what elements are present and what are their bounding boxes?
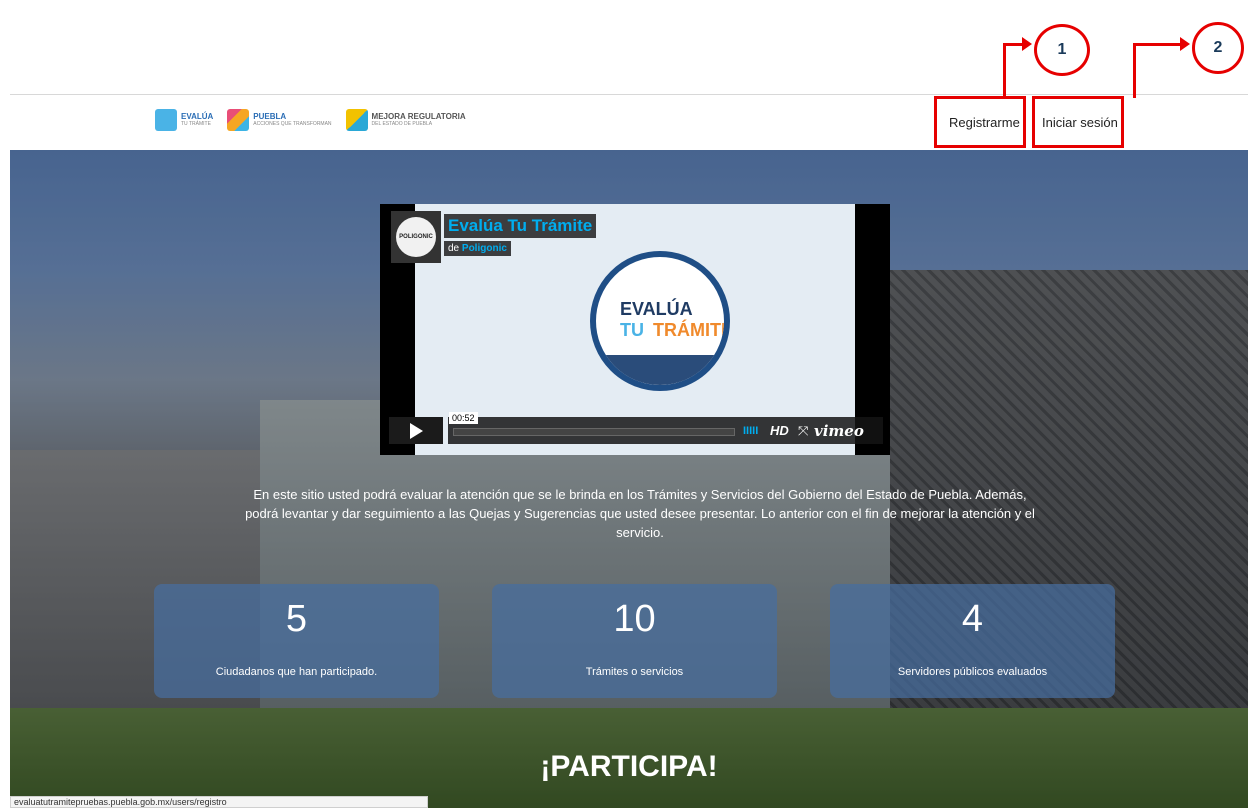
video-byline: de Poligonic bbox=[444, 241, 511, 256]
badge-line2b: TRÁMITE bbox=[653, 320, 730, 340]
participa-heading: ¡PARTICIPA! bbox=[540, 750, 718, 783]
vimeo-logo[interactable]: vimeo bbox=[814, 422, 864, 440]
mejora-regulatoria-logo[interactable]: MEJORA REGULATORIA DEL ESTADO DE PUEBLA bbox=[345, 109, 466, 131]
stat-label: Servidores públicos evaluados bbox=[897, 666, 1048, 678]
stat-label: Trámites o servicios bbox=[585, 666, 684, 678]
logos: EVALÚA TU TRÁMITE PUEBLA ACCIONES QUE TR… bbox=[155, 109, 466, 131]
badge-line1: EVALÚA bbox=[620, 299, 693, 319]
play-icon bbox=[409, 422, 423, 439]
stat-label: Ciudadanos que han participado. bbox=[215, 666, 378, 678]
badge-skyline bbox=[596, 355, 724, 385]
evalua-tu-tramite-logo[interactable]: EVALÚA TU TRÁMITE bbox=[155, 109, 213, 131]
hd-toggle[interactable]: HD bbox=[770, 423, 789, 438]
video-player[interactable]: EVALÚA TU TRÁMITE POLIGONIC Evalúa Tu Tr… bbox=[380, 204, 890, 455]
evalua-logo-mark bbox=[155, 109, 177, 131]
badge-line2a: TU bbox=[620, 320, 644, 340]
progress-track[interactable] bbox=[453, 428, 735, 436]
stat-value: 10 bbox=[613, 598, 656, 640]
video-controls: IIIII HD ⤧ vimeo bbox=[448, 417, 883, 444]
time-display: 00:52 bbox=[449, 412, 478, 424]
annotation-marker-1: 1 bbox=[1034, 24, 1090, 76]
status-bar-url: evaluatutramitepruebas.puebla.gob.mx/use… bbox=[10, 796, 428, 808]
evalua-badge-image: EVALÚA TU TRÁMITE bbox=[590, 251, 730, 391]
mejora-logo-mark bbox=[345, 109, 368, 131]
logo-line2: ACCIONES QUE TRANSFORMAN bbox=[253, 121, 332, 127]
annotation-arrow-2 bbox=[1180, 37, 1190, 51]
video-title[interactable]: Evalúa Tu Trámite bbox=[444, 214, 597, 238]
logo-line1: MEJORA REGULATORIA bbox=[371, 112, 466, 121]
byline-author[interactable]: Poligonic bbox=[462, 243, 507, 254]
annotation-marker-2: 2 bbox=[1192, 22, 1244, 74]
annotation-box-2 bbox=[1032, 96, 1124, 148]
annotation-box-1 bbox=[934, 96, 1026, 148]
annotation-line-1v bbox=[1003, 43, 1006, 98]
volume-icon[interactable]: IIIII bbox=[743, 425, 758, 437]
logo-line2: TU TRÁMITE bbox=[181, 121, 211, 127]
puebla-logo-mark bbox=[227, 109, 250, 131]
stat-card-procedures: 10 Trámites o servicios bbox=[492, 584, 777, 698]
channel-avatar[interactable]: POLIGONIC bbox=[391, 211, 441, 263]
stat-card-citizens: 5 Ciudadanos que han participado. bbox=[154, 584, 439, 698]
annotation-arrow-1 bbox=[1022, 37, 1032, 51]
stat-value: 4 bbox=[961, 598, 984, 640]
annotation-line-2v bbox=[1133, 43, 1136, 98]
play-button[interactable] bbox=[389, 417, 443, 444]
fullscreen-icon[interactable]: ⤧ bbox=[798, 423, 808, 439]
byline-prefix: de bbox=[448, 243, 460, 254]
annotation-line-2h bbox=[1133, 43, 1183, 46]
stat-value: 5 bbox=[285, 598, 308, 640]
avatar-label: POLIGONIC bbox=[396, 217, 436, 257]
intro-text: En este sitio usted podrá evaluar la ate… bbox=[245, 487, 1035, 540]
logo-line1: EVALÚA bbox=[181, 112, 214, 121]
logo-line1: PUEBLA bbox=[253, 112, 287, 121]
puebla-logo[interactable]: PUEBLA ACCIONES QUE TRANSFORMAN bbox=[227, 109, 332, 131]
stat-card-servers: 4 Servidores públicos evaluados bbox=[830, 584, 1115, 698]
hero-section: EVALÚA TU TRÁMITE POLIGONIC Evalúa Tu Tr… bbox=[10, 150, 1248, 808]
logo-line2: DEL ESTADO DE PUEBLA bbox=[371, 121, 433, 127]
